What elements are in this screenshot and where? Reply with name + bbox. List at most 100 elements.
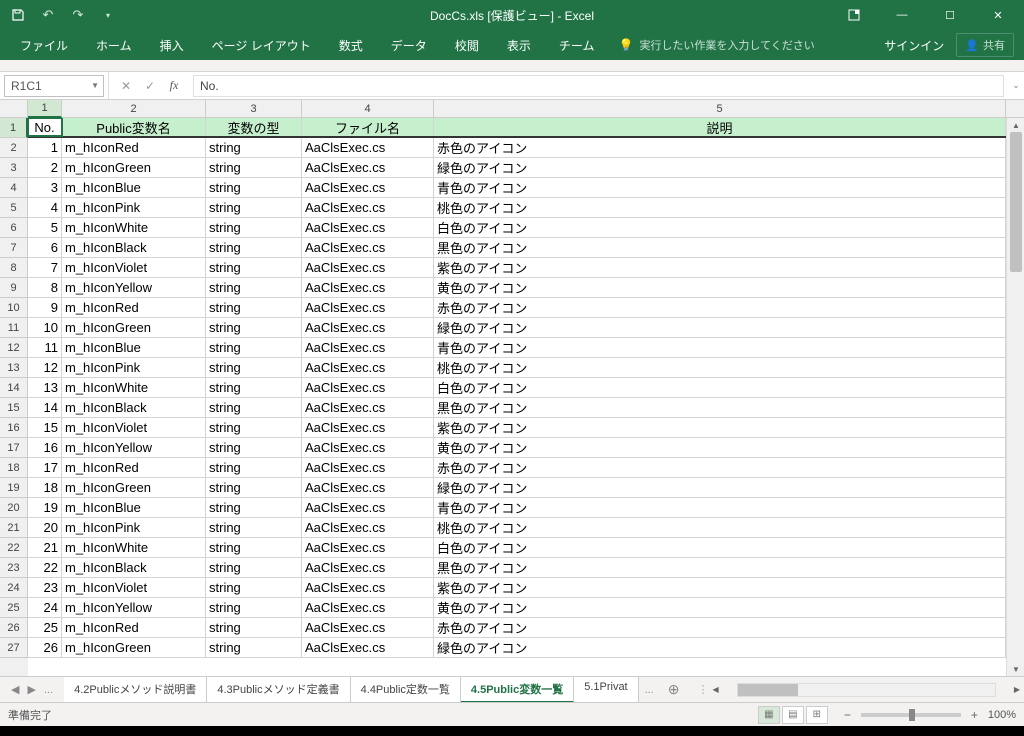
scroll-down-icon[interactable]: ▼ bbox=[1007, 662, 1024, 676]
view-normal-icon[interactable]: ▦ bbox=[758, 706, 780, 724]
sheet-nav-next-icon[interactable]: ▶ bbox=[24, 683, 38, 696]
maximize-button[interactable]: ☐ bbox=[928, 1, 972, 29]
cell[interactable]: 白色のアイコン bbox=[434, 218, 1006, 237]
row-header[interactable]: 7 bbox=[0, 238, 28, 258]
cell[interactable]: string bbox=[206, 498, 302, 517]
sheet-nav-ellipsis[interactable]: ... bbox=[41, 684, 56, 696]
row-header[interactable]: 13 bbox=[0, 358, 28, 378]
cell[interactable]: m_hIconPink bbox=[62, 518, 206, 537]
cell[interactable]: 9 bbox=[28, 298, 62, 317]
scroll-right-icon[interactable]: ▶ bbox=[1010, 685, 1024, 694]
cell[interactable]: string bbox=[206, 298, 302, 317]
row-header[interactable]: 11 bbox=[0, 318, 28, 338]
row-header[interactable]: 5 bbox=[0, 198, 28, 218]
undo-icon[interactable]: ↶ bbox=[34, 1, 62, 29]
cell[interactable]: m_hIconYellow bbox=[62, 598, 206, 617]
table-header-cell[interactable]: 変数の型 bbox=[206, 118, 302, 136]
cell[interactable]: AaClsExec.cs bbox=[302, 638, 434, 657]
cell[interactable]: string bbox=[206, 158, 302, 177]
cell[interactable]: AaClsExec.cs bbox=[302, 518, 434, 537]
horizontal-scrollbar[interactable]: ⋮ ◀ ▶ bbox=[698, 683, 1024, 697]
cell[interactable]: 赤色のアイコン bbox=[434, 298, 1006, 317]
row-header[interactable]: 3 bbox=[0, 158, 28, 178]
sheet-tabs-trailing-ellipsis[interactable]: ... bbox=[639, 684, 660, 696]
sign-in-link[interactable]: サインイン bbox=[884, 37, 944, 54]
cell[interactable]: 黒色のアイコン bbox=[434, 558, 1006, 577]
cell[interactable]: m_hIconWhite bbox=[62, 538, 206, 557]
row-header[interactable]: 21 bbox=[0, 518, 28, 538]
cell[interactable]: m_hIconWhite bbox=[62, 378, 206, 397]
zoom-level[interactable]: 100% bbox=[988, 709, 1016, 721]
cell[interactable]: m_hIconBlue bbox=[62, 178, 206, 197]
save-icon[interactable] bbox=[4, 1, 32, 29]
cell[interactable]: 4 bbox=[28, 198, 62, 217]
cell[interactable]: AaClsExec.cs bbox=[302, 578, 434, 597]
cell[interactable]: string bbox=[206, 618, 302, 637]
cell[interactable]: 8 bbox=[28, 278, 62, 297]
cell[interactable]: m_hIconViolet bbox=[62, 258, 206, 277]
hscroll-grip-icon[interactable]: ⋮ bbox=[698, 683, 709, 696]
cell[interactable]: string bbox=[206, 438, 302, 457]
cell[interactable]: 3 bbox=[28, 178, 62, 197]
cell[interactable]: 黒色のアイコン bbox=[434, 238, 1006, 257]
cell[interactable]: 16 bbox=[28, 438, 62, 457]
cell[interactable]: 13 bbox=[28, 378, 62, 397]
cell[interactable]: 24 bbox=[28, 598, 62, 617]
cell[interactable]: AaClsExec.cs bbox=[302, 278, 434, 297]
cell[interactable]: string bbox=[206, 178, 302, 197]
cell[interactable]: 黄色のアイコン bbox=[434, 598, 1006, 617]
cell[interactable]: m_hIconBlack bbox=[62, 398, 206, 417]
row-header[interactable]: 4 bbox=[0, 178, 28, 198]
row-header[interactable]: 27 bbox=[0, 638, 28, 658]
cell[interactable]: 5 bbox=[28, 218, 62, 237]
cell[interactable]: AaClsExec.cs bbox=[302, 158, 434, 177]
row-header[interactable]: 23 bbox=[0, 558, 28, 578]
row-header[interactable]: 17 bbox=[0, 438, 28, 458]
cell[interactable]: m_hIconPink bbox=[62, 198, 206, 217]
cell[interactable]: 黄色のアイコン bbox=[434, 438, 1006, 457]
cell[interactable]: AaClsExec.cs bbox=[302, 538, 434, 557]
sheet-tab[interactable]: 5.1Privat bbox=[574, 677, 638, 703]
row-header[interactable]: 24 bbox=[0, 578, 28, 598]
tab-team[interactable]: チーム bbox=[545, 30, 609, 60]
column-header[interactable]: 3 bbox=[206, 100, 302, 118]
row-header[interactable]: 26 bbox=[0, 618, 28, 638]
cell[interactable]: m_hIconRed bbox=[62, 298, 206, 317]
cell[interactable]: AaClsExec.cs bbox=[302, 458, 434, 477]
column-header[interactable]: 2 bbox=[62, 100, 206, 118]
cell[interactable]: AaClsExec.cs bbox=[302, 378, 434, 397]
cell[interactable]: string bbox=[206, 358, 302, 377]
enter-formula-icon[interactable]: ✓ bbox=[139, 75, 161, 97]
cell[interactable]: 20 bbox=[28, 518, 62, 537]
cell[interactable]: 緑色のアイコン bbox=[434, 638, 1006, 657]
cell[interactable]: AaClsExec.cs bbox=[302, 338, 434, 357]
cell[interactable]: 緑色のアイコン bbox=[434, 478, 1006, 497]
cell[interactable]: 赤色のアイコン bbox=[434, 138, 1006, 157]
cell[interactable]: AaClsExec.cs bbox=[302, 398, 434, 417]
cell[interactable]: AaClsExec.cs bbox=[302, 478, 434, 497]
hscroll-thumb[interactable] bbox=[738, 684, 798, 696]
cell[interactable]: string bbox=[206, 218, 302, 237]
tell-me-search[interactable]: 💡 実行したい作業を入力してください bbox=[608, 37, 824, 53]
row-header[interactable]: 25 bbox=[0, 598, 28, 618]
cell[interactable]: m_hIconWhite bbox=[62, 218, 206, 237]
cell[interactable]: 紫色のアイコン bbox=[434, 418, 1006, 437]
cell[interactable]: m_hIconGreen bbox=[62, 478, 206, 497]
sheet-nav-prev-icon[interactable]: ◀ bbox=[8, 683, 22, 696]
cell[interactable]: 11 bbox=[28, 338, 62, 357]
cell[interactable]: AaClsExec.cs bbox=[302, 238, 434, 257]
tab-insert[interactable]: 挿入 bbox=[146, 30, 198, 60]
table-header-cell[interactable]: No. bbox=[28, 118, 62, 136]
cell[interactable]: m_hIconRed bbox=[62, 138, 206, 157]
cell[interactable]: AaClsExec.cs bbox=[302, 318, 434, 337]
cell[interactable]: AaClsExec.cs bbox=[302, 178, 434, 197]
row-header[interactable]: 2 bbox=[0, 138, 28, 158]
cell[interactable]: 青色のアイコン bbox=[434, 178, 1006, 197]
ribbon-display-options-icon[interactable] bbox=[832, 1, 876, 29]
cell[interactable]: 7 bbox=[28, 258, 62, 277]
row-header[interactable]: 10 bbox=[0, 298, 28, 318]
cell[interactable]: m_hIconBlue bbox=[62, 498, 206, 517]
cell[interactable]: string bbox=[206, 478, 302, 497]
cell[interactable]: AaClsExec.cs bbox=[302, 218, 434, 237]
cell[interactable]: 赤色のアイコン bbox=[434, 458, 1006, 477]
